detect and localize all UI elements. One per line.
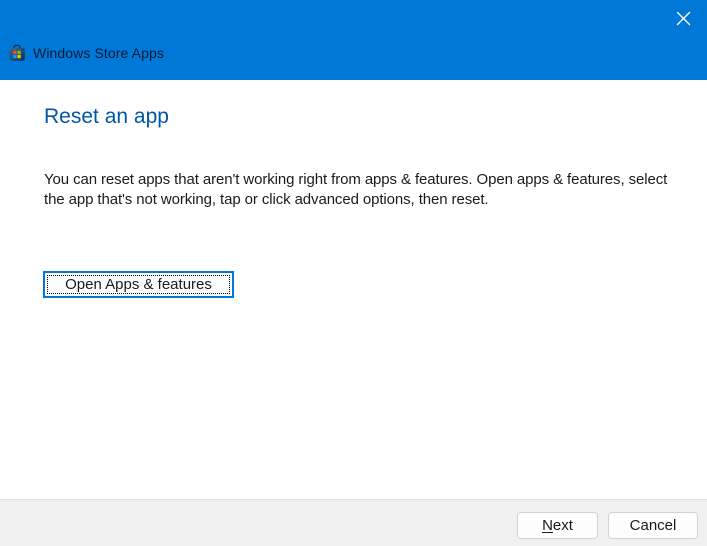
close-icon [676,11,691,26]
next-button[interactable]: Next [517,512,598,539]
cancel-button[interactable]: Cancel [608,512,698,539]
footer-bar: Next Cancel [0,499,707,546]
title-bar: Windows Store Apps [0,0,707,80]
window-app-title: Windows Store Apps [33,45,164,61]
app-identity: Windows Store Apps [8,44,164,62]
close-button[interactable] [668,3,698,33]
troubleshooter-window: { "header": { "app_title": "Windows Stor… [0,0,707,546]
next-button-accesskey: N [542,517,553,534]
open-apps-features-button[interactable]: Open Apps & features [43,271,234,298]
next-button-label-rest: ext [552,517,573,534]
page-description: You can reset apps that aren't working r… [44,171,668,208]
page-title: Reset an app [44,105,169,128]
microsoft-store-icon [8,44,26,62]
